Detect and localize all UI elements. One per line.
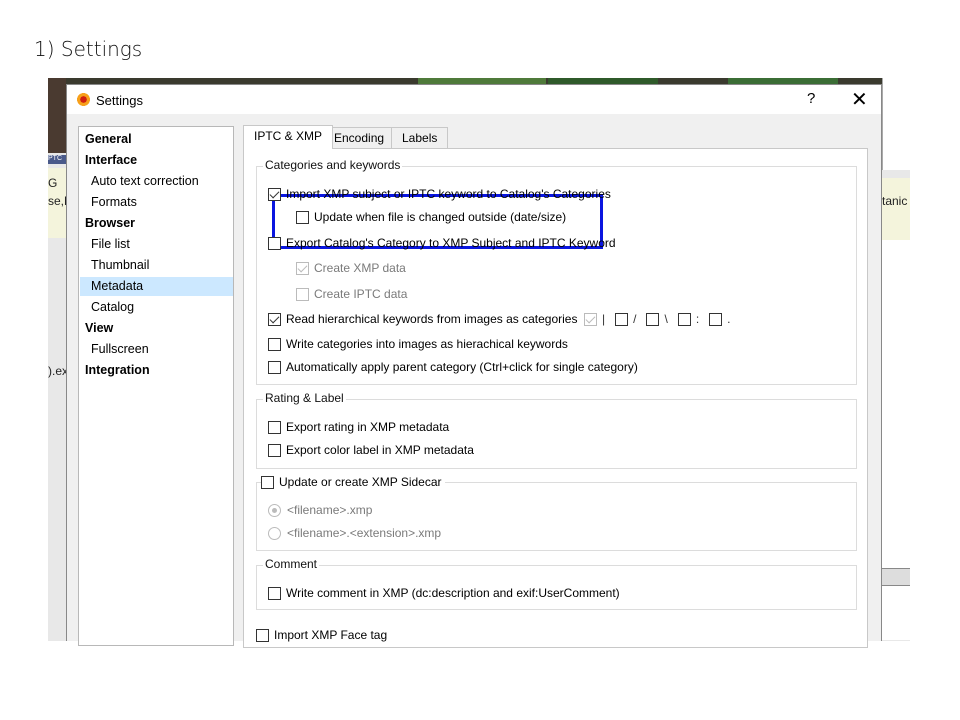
settings-dialog: Settings ? ✕ General Interface Auto text… <box>66 84 882 648</box>
export-rating-checkbox[interactable]: Export rating in XMP metadata <box>268 420 449 434</box>
radio[interactable] <box>268 503 281 517</box>
tree-item-metadata[interactable]: Metadata <box>80 277 233 296</box>
checkbox[interactable] <box>268 187 281 201</box>
tab-iptc-xmp[interactable]: IPTC & XMP <box>243 125 334 149</box>
checkbox-label: Write categories into images as hierachi… <box>286 337 568 351</box>
checkbox-label: Automatically apply parent category (Ctr… <box>286 360 638 374</box>
separator-label: . <box>727 312 731 326</box>
checkbox[interactable] <box>296 287 309 301</box>
radio-label: <filename>.<extension>.xmp <box>287 526 442 540</box>
group-comment: Comment Write comment in XMP (dc:descrip… <box>256 557 857 610</box>
tree-item-view[interactable]: View <box>85 319 232 338</box>
checkbox-label: Create IPTC data <box>314 287 408 301</box>
checkbox-label: Write comment in XMP (dc:description and… <box>286 586 620 600</box>
app-eye-icon <box>76 92 91 107</box>
separator-backslash-checkbox[interactable] <box>646 312 660 326</box>
checkbox[interactable] <box>268 360 281 374</box>
bg-text: ).ex <box>48 364 69 378</box>
tree-item-fullscreen[interactable]: Fullscreen <box>85 340 232 359</box>
separator-label: / <box>633 312 637 326</box>
checkbox-label: Import XMP subject or IPTC keyword to Ca… <box>286 187 611 201</box>
info-band-right <box>882 178 910 240</box>
create-xmp-checkbox[interactable]: Create XMP data <box>296 261 406 275</box>
checkbox-label: Read hierarchical keywords from images a… <box>286 312 578 326</box>
bg-text: G <box>48 176 58 190</box>
separator-label: \ <box>664 312 668 326</box>
group-title: Rating & Label <box>263 391 346 405</box>
checkbox[interactable] <box>296 210 309 224</box>
radio[interactable] <box>268 526 281 540</box>
tree-item-general[interactable]: General <box>85 130 232 149</box>
tab-labels[interactable]: Labels <box>391 127 449 149</box>
tree-item-file-list[interactable]: File list <box>85 235 232 254</box>
checkbox[interactable] <box>296 261 309 275</box>
checkbox-label: Export Catalog's Category to XMP Subject… <box>286 236 616 250</box>
tree-item-interface[interactable]: Interface <box>85 151 232 170</box>
checkbox-label: Create XMP data <box>314 261 406 275</box>
panel-right <box>882 78 910 170</box>
checkbox-label: Export rating in XMP metadata <box>286 420 450 434</box>
checkbox-label: Update or create XMP Sidecar <box>279 475 442 489</box>
help-button[interactable]: ? <box>807 90 815 107</box>
group-rating-label: Rating & Label Export rating in XMP meta… <box>256 391 857 469</box>
close-button[interactable]: ✕ <box>851 87 868 112</box>
tree-item-formats[interactable]: Formats <box>85 193 232 212</box>
checkbox[interactable] <box>268 443 281 457</box>
separator-label: | <box>602 312 606 326</box>
checkbox[interactable] <box>256 628 269 642</box>
dialog-title: Settings <box>96 93 143 108</box>
separator-colon-checkbox[interactable] <box>677 312 691 326</box>
import-xmp-checkbox[interactable]: Import XMP subject or IPTC keyword to Ca… <box>268 187 611 201</box>
checkbox[interactable] <box>268 236 281 250</box>
sidecar-option-xmp[interactable]: <filename>.xmp <box>268 503 372 517</box>
separator-options: | / \ : . <box>584 312 741 326</box>
scrollbar[interactable] <box>882 568 910 586</box>
tab-encoding[interactable]: Encoding <box>323 127 396 149</box>
checkbox[interactable] <box>261 475 274 489</box>
export-color-checkbox[interactable]: Export color label in XMP metadata <box>268 443 474 457</box>
group-title: Categories and keywords <box>263 158 403 172</box>
write-categories-checkbox[interactable]: Write categories into images as hierachi… <box>268 337 568 351</box>
checkbox[interactable] <box>268 312 281 326</box>
import-face-tag-checkbox[interactable]: Import XMP Face tag <box>256 628 387 642</box>
checkbox[interactable] <box>268 337 281 351</box>
checkbox-label: Export color label in XMP metadata <box>286 443 474 457</box>
separator-dot-checkbox[interactable] <box>709 312 723 326</box>
tree-item-catalog[interactable]: Catalog <box>85 298 232 317</box>
group-categories: Categories and keywords Import XMP subje… <box>256 158 857 385</box>
sidecar-checkbox[interactable]: Update or create XMP Sidecar <box>261 475 445 489</box>
group-sidecar: Update or create XMP Sidecar <filename>.… <box>256 475 857 551</box>
settings-tree: General Interface Auto text correction F… <box>78 126 234 646</box>
thumbnail <box>48 78 66 153</box>
bg-text: tanic <box>882 194 908 208</box>
tree-item-integration[interactable]: Integration <box>85 361 232 380</box>
read-hierarchical-checkbox[interactable]: Read hierarchical keywords from images a… <box>268 312 577 326</box>
tab-panel-iptc-xmp: Categories and keywords Import XMP subje… <box>243 148 868 648</box>
checkbox-label: Update when file is changed outside (dat… <box>314 210 567 224</box>
radio-label: <filename>.xmp <box>287 503 373 517</box>
tree-item-thumbnail[interactable]: Thumbnail <box>85 256 232 275</box>
separator-slash-checkbox[interactable] <box>615 312 629 326</box>
auto-parent-checkbox[interactable]: Automatically apply parent category (Ctr… <box>268 360 638 374</box>
iptc-badge: PTC <box>48 155 66 164</box>
create-iptc-checkbox[interactable]: Create IPTC data <box>296 287 407 301</box>
sidecar-option-extension-xmp[interactable]: <filename>.<extension>.xmp <box>268 526 441 540</box>
title-bar: Settings ? ✕ <box>67 85 881 114</box>
update-outside-checkbox[interactable]: Update when file is changed outside (dat… <box>296 210 566 224</box>
group-title: Comment <box>263 557 320 571</box>
tree-item-browser[interactable]: Browser <box>85 214 232 233</box>
separator-pipe-checkbox[interactable] <box>584 312 597 326</box>
slide-title: 1) Settings <box>34 37 143 61</box>
checkbox-label: Import XMP Face tag <box>274 628 388 642</box>
export-catalog-checkbox[interactable]: Export Catalog's Category to XMP Subject… <box>268 236 616 250</box>
tree-item-auto-text-correction[interactable]: Auto text correction <box>85 172 232 191</box>
checkbox[interactable] <box>268 586 281 600</box>
checkbox[interactable] <box>268 420 281 434</box>
separator-label: : <box>695 312 700 326</box>
write-comment-checkbox[interactable]: Write comment in XMP (dc:description and… <box>268 586 620 600</box>
